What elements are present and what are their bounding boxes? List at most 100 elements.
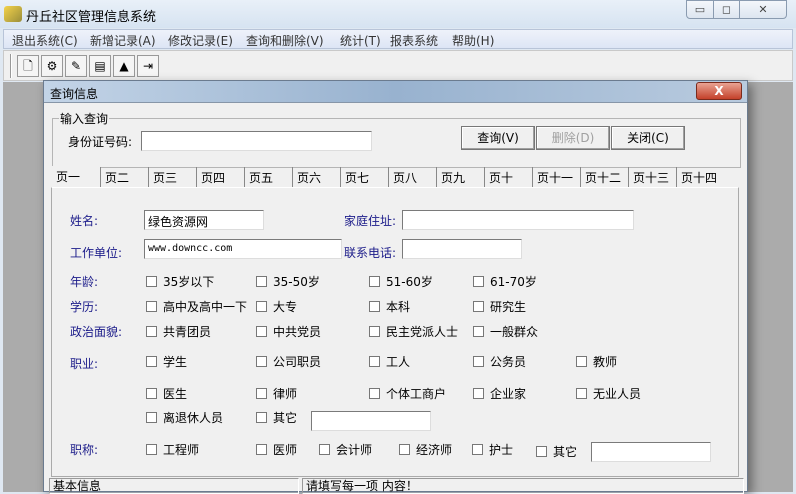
checkbox[interactable] bbox=[256, 326, 267, 337]
checkbox[interactable] bbox=[369, 326, 380, 337]
age-option-1[interactable]: 35-50岁 bbox=[256, 273, 320, 290]
menu-item-6[interactable]: 帮助(H) bbox=[452, 32, 494, 49]
edu-option-3[interactable]: 研究生 bbox=[473, 298, 526, 315]
exit-button[interactable]: ⇥ bbox=[137, 55, 159, 77]
checkbox[interactable] bbox=[576, 388, 587, 399]
job-option-11[interactable]: 其它 bbox=[256, 409, 297, 426]
job-option-10[interactable]: 离退休人员 bbox=[146, 409, 223, 426]
name-input[interactable]: 绿色资源网 bbox=[144, 210, 264, 230]
tab-13[interactable]: 页十三 bbox=[628, 167, 676, 187]
job-option-5[interactable]: 医生 bbox=[146, 385, 187, 402]
edu-option-0[interactable]: 高中及高中一下 bbox=[146, 298, 247, 315]
tab-5[interactable]: 页五 bbox=[244, 167, 292, 187]
politics-option-3[interactable]: 一般群众 bbox=[473, 323, 538, 340]
checkbox[interactable] bbox=[473, 326, 484, 337]
close-button[interactable]: ✕ bbox=[739, 0, 787, 19]
query-button[interactable]: 查询(V) bbox=[461, 126, 535, 150]
job-option-9[interactable]: 无业人员 bbox=[576, 385, 641, 402]
tab-6[interactable]: 页六 bbox=[292, 167, 340, 187]
age-option-3[interactable]: 61-70岁 bbox=[473, 273, 537, 290]
title-option-1[interactable]: 医师 bbox=[256, 441, 297, 458]
maximize-button[interactable]: ◻ bbox=[713, 0, 740, 19]
checkbox[interactable] bbox=[473, 276, 484, 287]
checkbox[interactable] bbox=[473, 301, 484, 312]
checkbox[interactable] bbox=[256, 388, 267, 399]
title-option-0[interactable]: 工程师 bbox=[146, 441, 199, 458]
checkbox[interactable] bbox=[369, 356, 380, 367]
work-input[interactable]: www.downcc.com bbox=[144, 239, 342, 259]
title-option-2[interactable]: 会计师 bbox=[319, 441, 372, 458]
close-dialog-button[interactable]: 关闭(C) bbox=[611, 126, 685, 150]
tab-3[interactable]: 页三 bbox=[148, 167, 196, 187]
politics-option-0[interactable]: 共青团员 bbox=[146, 323, 211, 340]
title-option-5[interactable]: 其它 bbox=[536, 443, 577, 460]
checkbox[interactable] bbox=[146, 326, 157, 337]
tab-14[interactable]: 页十四 bbox=[676, 167, 724, 187]
checkbox[interactable] bbox=[319, 444, 330, 455]
menu-item-4[interactable]: 统计(T) bbox=[340, 32, 381, 49]
tab-7[interactable]: 页七 bbox=[340, 167, 388, 187]
job-option-7[interactable]: 个体工商户 bbox=[369, 385, 446, 402]
tab-1[interactable]: 页一 bbox=[52, 166, 100, 188]
menu-item-1[interactable]: 新增记录(A) bbox=[90, 32, 156, 49]
checkbox[interactable] bbox=[576, 356, 587, 367]
checkbox[interactable] bbox=[146, 276, 157, 287]
checkbox[interactable] bbox=[256, 444, 267, 455]
job-option-4[interactable]: 教师 bbox=[576, 353, 617, 370]
checkbox[interactable] bbox=[256, 301, 267, 312]
menu-item-2[interactable]: 修改记录(E) bbox=[168, 32, 233, 49]
menu-item-0[interactable]: 退出系统(C) bbox=[12, 32, 78, 49]
title-option-4[interactable]: 护士 bbox=[472, 441, 513, 458]
checkbox[interactable] bbox=[472, 444, 483, 455]
tab-2[interactable]: 页二 bbox=[100, 167, 148, 187]
tab-12[interactable]: 页十二 bbox=[580, 167, 628, 187]
checkbox[interactable] bbox=[256, 356, 267, 367]
menu-item-3[interactable]: 查询和删除(V) bbox=[246, 32, 324, 49]
checkbox[interactable] bbox=[146, 412, 157, 423]
job-option-3[interactable]: 公务员 bbox=[473, 353, 526, 370]
address-input[interactable] bbox=[402, 210, 634, 230]
checkbox[interactable] bbox=[146, 444, 157, 455]
politics-option-2[interactable]: 民主党派人士 bbox=[369, 323, 458, 340]
checkbox[interactable] bbox=[399, 444, 410, 455]
title-other-input[interactable] bbox=[591, 442, 711, 462]
report-button[interactable]: ▲ bbox=[113, 55, 135, 77]
age-option-0[interactable]: 35岁以下 bbox=[146, 273, 214, 290]
job-option-8[interactable]: 企业家 bbox=[473, 385, 526, 402]
edit-record-button[interactable]: ✎ bbox=[65, 55, 87, 77]
job-option-2[interactable]: 工人 bbox=[369, 353, 410, 370]
tab-8[interactable]: 页八 bbox=[388, 167, 436, 187]
checkbox[interactable] bbox=[369, 301, 380, 312]
dialog-close-button[interactable]: X bbox=[696, 82, 742, 100]
checkbox[interactable] bbox=[256, 276, 267, 287]
menu-item-5[interactable]: 报表系统 bbox=[390, 32, 438, 49]
tab-11[interactable]: 页十一 bbox=[532, 167, 580, 187]
age-option-2[interactable]: 51-60岁 bbox=[369, 273, 433, 290]
job-option-6[interactable]: 律师 bbox=[256, 385, 297, 402]
id-number-input[interactable] bbox=[141, 131, 372, 151]
job-other-input[interactable] bbox=[311, 411, 431, 431]
phone-input[interactable] bbox=[402, 239, 522, 259]
checkbox[interactable] bbox=[369, 276, 380, 287]
tools-button[interactable]: ⚙ bbox=[41, 55, 63, 77]
checkbox[interactable] bbox=[473, 388, 484, 399]
edu-option-2[interactable]: 本科 bbox=[369, 298, 410, 315]
checkbox[interactable] bbox=[146, 356, 157, 367]
politics-option-1[interactable]: 中共党员 bbox=[256, 323, 321, 340]
tab-9[interactable]: 页九 bbox=[436, 167, 484, 187]
tab-4[interactable]: 页四 bbox=[196, 167, 244, 187]
edu-option-1[interactable]: 大专 bbox=[256, 298, 297, 315]
job-option-0[interactable]: 学生 bbox=[146, 353, 187, 370]
database-button[interactable]: ▤ bbox=[89, 55, 111, 77]
checkbox[interactable] bbox=[146, 301, 157, 312]
new-file-button[interactable]: 🗋 bbox=[17, 55, 39, 77]
job-option-1[interactable]: 公司职员 bbox=[256, 353, 321, 370]
tab-10[interactable]: 页十 bbox=[484, 167, 532, 187]
delete-button[interactable]: 删除(D) bbox=[536, 126, 610, 150]
checkbox[interactable] bbox=[369, 388, 380, 399]
checkbox[interactable] bbox=[536, 446, 547, 457]
checkbox[interactable] bbox=[473, 356, 484, 367]
minimize-button[interactable]: ▭ bbox=[686, 0, 714, 19]
checkbox[interactable] bbox=[146, 388, 157, 399]
title-option-3[interactable]: 经济师 bbox=[399, 441, 452, 458]
